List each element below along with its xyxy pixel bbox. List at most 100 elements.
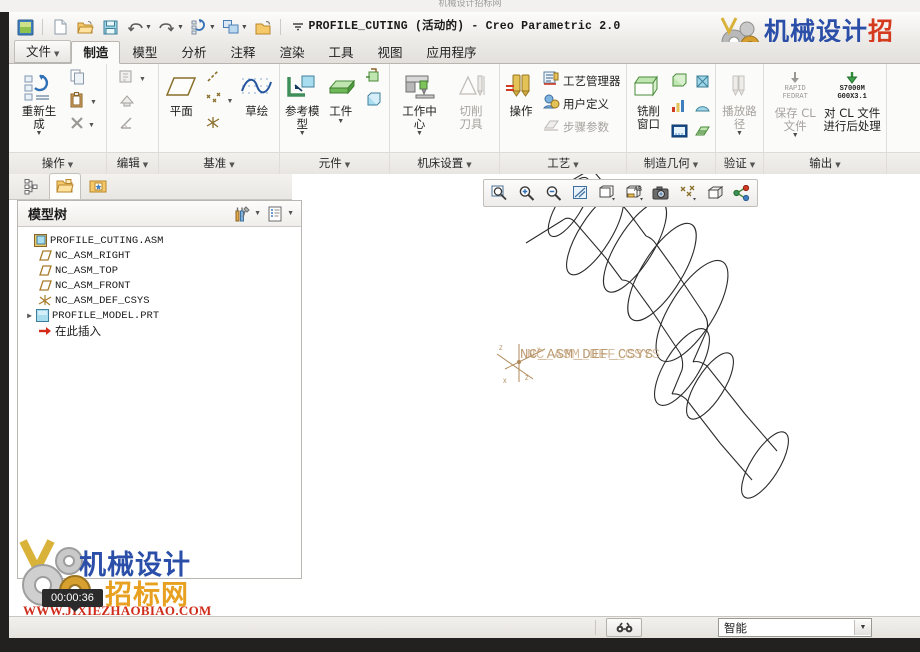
ribbon-group-output-label[interactable]: 输出 ▼ (764, 152, 886, 174)
tree-node-nc-asm-right[interactable]: NC_ASM_RIGHT (18, 248, 301, 263)
undo-icon[interactable] (123, 15, 147, 39)
ribbon-group-process-label[interactable]: 工艺 ▼ (500, 152, 626, 174)
play-path-button[interactable]: 播放路 径 ▼ (719, 67, 760, 138)
sketch-button[interactable]: 草绘 (237, 67, 276, 119)
mfg-geom-4-icon[interactable] (690, 94, 714, 118)
tab-annotate[interactable]: 注释 (218, 41, 267, 63)
tab-tools[interactable]: 工具 (316, 41, 365, 63)
tree-node-profile-model[interactable]: ▶ PROFILE_MODEL.PRT (18, 308, 301, 323)
mfg-geom-3-icon[interactable] (667, 94, 691, 118)
zoom-out-icon[interactable] (540, 181, 566, 205)
datum-display-filters-icon[interactable] (675, 181, 701, 205)
window-icon[interactable] (219, 15, 243, 39)
postprocess-cl-file-button[interactable]: S7000M G00X3.1 对 CL 文件 进行后处理 (821, 67, 883, 133)
delete-button[interactable]: ▼ (66, 114, 101, 137)
tab-view-label: 视图 (377, 45, 403, 60)
ribbon-group-operations-label[interactable]: 操作 ▼ (9, 152, 106, 174)
redo-dropdown-caret[interactable]: ▼ (177, 24, 184, 31)
process-manager-button[interactable]: 工艺管理器 (539, 69, 625, 92)
tab-file[interactable]: 文件 ▼ (14, 40, 72, 63)
undo-dropdown-caret[interactable]: ▼ (145, 24, 152, 31)
regenerate-dropdown-caret[interactable]: ▼ (209, 24, 216, 31)
chevron-down-icon[interactable]: ▼ (854, 620, 871, 635)
step-params-button[interactable]: 步骤参数 (539, 115, 625, 138)
datum-point-button[interactable]: ▼ (201, 90, 238, 113)
folder-browser-tab[interactable] (49, 173, 81, 199)
ribbon-group-component-label[interactable]: 元件 ▼ (280, 152, 389, 174)
regenerate-icon[interactable] (187, 15, 211, 39)
tree-expander-part[interactable]: ▶ (24, 311, 35, 321)
assemble-button[interactable] (360, 67, 386, 90)
selection-filter-combo[interactable]: 智能 ▼ (718, 618, 872, 637)
tree-node-nc-asm-front[interactable]: NC_ASM_FRONT (18, 278, 301, 293)
tab-model[interactable]: 模型 (120, 41, 169, 63)
display-style-icon[interactable] (594, 181, 620, 205)
open-icon[interactable] (73, 15, 97, 39)
operation-button[interactable]: 操作 (503, 67, 539, 119)
work-center-button[interactable]: 工作中 心 ▼ (393, 67, 446, 138)
edit-dimension-button[interactable] (115, 114, 150, 137)
close-icon[interactable] (251, 15, 275, 39)
reference-model-button[interactable]: 参考模 型 ▼ (283, 67, 322, 138)
workpiece-button[interactable]: 工件 ▼ (322, 67, 361, 126)
refit-icon[interactable] (486, 181, 512, 205)
paste-button[interactable]: ▼ (66, 91, 101, 114)
appearance-gallery-icon[interactable] (702, 181, 728, 205)
search-icon[interactable] (606, 618, 642, 637)
edit-references-button[interactable] (115, 91, 150, 114)
tab-view[interactable]: 视图 (366, 41, 415, 63)
insert-here-icon (38, 325, 52, 337)
ribbon-group-edit-label[interactable]: 编辑 ▼ (107, 152, 158, 174)
copy-button[interactable] (66, 68, 101, 91)
window-dropdown-caret[interactable]: ▼ (241, 24, 248, 31)
mill-window-button[interactable]: 铣削 窗口 (630, 67, 667, 131)
tree-settings-icon[interactable] (231, 203, 253, 225)
paste-caret[interactable]: ▼ (90, 99, 97, 106)
redo-icon[interactable] (155, 15, 179, 39)
mfg-geom-2-icon[interactable] (690, 69, 714, 93)
tree-filter-caret[interactable]: ▼ (287, 210, 294, 217)
tree-node-insert-here[interactable]: 在此插入 (18, 323, 301, 338)
tree-node-nc-asm-top[interactable]: NC_ASM_TOP (18, 263, 301, 278)
graphics-window[interactable]: Z X Z Y NC_ASM_DEF_CSYS NC_ASM_DEF_CSYS (305, 174, 920, 617)
regenerate-button[interactable]: 重新生 成 ▼ (12, 67, 66, 138)
tree-node-assembly[interactable]: PROFILE_CUTING.ASM (18, 233, 301, 248)
user-defined-button[interactable]: 用户定义 (539, 92, 625, 115)
cutting-tool-button[interactable]: 切削 刀具 (446, 67, 496, 131)
view-manager-icon[interactable] (729, 181, 755, 205)
tab-manufacturing[interactable]: 制造 (71, 41, 121, 64)
save-icon[interactable] (98, 15, 122, 39)
edit-definition-caret[interactable]: ▼ (139, 76, 146, 83)
new-icon[interactable] (48, 15, 72, 39)
edit-definition-button[interactable]: ▼ (115, 68, 150, 91)
tab-applications[interactable]: 应用程序 (415, 41, 489, 63)
favorites-tab[interactable] (83, 174, 113, 199)
tree-node-nc-asm-def-csys[interactable]: NC_ASM_DEF_CSYS (18, 293, 301, 308)
ribbon-group-mfg-geometry-label[interactable]: 制造几何 ▼ (627, 152, 715, 174)
datum-plane-button[interactable]: 平面 (162, 67, 201, 119)
datum-csys-button[interactable] (201, 113, 238, 136)
datum-point-caret[interactable]: ▼ (227, 98, 234, 105)
save-cl-file-button[interactable]: RAPID FEDRAT 保存 CL 文件 ▼ (769, 67, 821, 140)
saved-orientations-icon[interactable]: AB (621, 181, 647, 205)
customize-icon[interactable] (286, 15, 310, 39)
mfg-geom-1-icon[interactable] (667, 69, 691, 93)
snapshot-icon[interactable] (648, 181, 674, 205)
ribbon-group-datum-label[interactable]: 基准 ▼ (159, 152, 279, 174)
ribbon-group-machine-setup-label[interactable]: 机床设置 ▼ (390, 152, 499, 174)
tab-analysis[interactable]: 分析 (169, 41, 218, 63)
tree-filter-icon[interactable] (264, 203, 286, 225)
mfg-geom-6-icon[interactable] (690, 119, 714, 143)
tab-render[interactable]: 渲染 (267, 41, 316, 63)
mfg-geom-5-icon[interactable] (667, 119, 691, 143)
repaint-icon[interactable] (567, 181, 593, 205)
tree-settings-caret[interactable]: ▼ (254, 210, 261, 217)
zoom-in-icon[interactable] (513, 181, 539, 205)
ribbon-group-verify-label[interactable]: 验证 ▼ (716, 152, 763, 174)
delete-caret[interactable]: ▼ (88, 122, 95, 129)
datum-axis-button[interactable] (201, 67, 238, 90)
app-icon[interactable] (13, 15, 37, 39)
create-component-button[interactable] (360, 90, 386, 113)
model-tree-title: 模型树 (28, 208, 68, 223)
model-tree-tab[interactable] (17, 174, 47, 199)
